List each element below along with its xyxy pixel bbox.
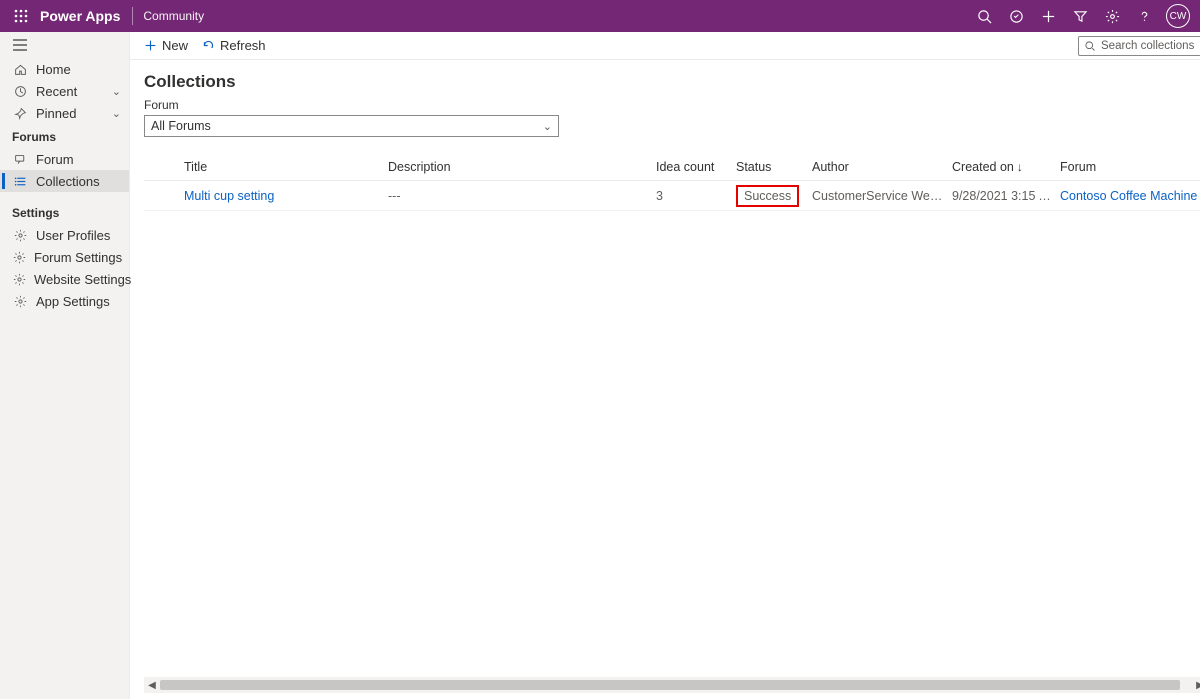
nav-label: Collections [36,174,121,189]
nav-label: Website Settings [34,272,131,287]
nav-label: Forum Settings [34,250,122,265]
grid-row[interactable]: Multi cup setting --- 3 Success Customer… [144,181,1200,211]
chevron-down-icon: ⌄ [543,120,552,133]
row-idea-count: 3 [652,189,732,203]
nav-section-settings: Settings [0,200,129,224]
forum-filter-dropdown[interactable]: All Forums ⌄ [144,115,559,137]
row-author: CustomerService Web Staging [808,189,948,203]
gear-icon [13,229,28,242]
command-bar: New Refresh Search collections [130,32,1200,60]
gear-icon [13,251,26,264]
nav-forum-settings[interactable]: Forum Settings [0,246,129,268]
forum-filter-label: Forum [144,98,1200,112]
nav-user-profiles[interactable]: User Profiles [0,224,129,246]
status-highlight: Success [736,185,799,207]
add-icon[interactable] [1032,0,1064,32]
nav-recent[interactable]: Recent ⌄ [0,80,129,102]
target-icon[interactable] [1000,0,1032,32]
nav-label: Home [36,62,121,77]
refresh-button[interactable]: Refresh [202,38,266,53]
scroll-thumb[interactable] [160,680,1180,690]
nav-label: Recent [36,84,112,99]
nav-label: User Profiles [36,228,121,243]
nav-collections[interactable]: Collections [0,170,129,192]
col-forum[interactable]: Forum [1056,160,1200,174]
row-title-link[interactable]: Multi cup setting [180,189,384,203]
col-description[interactable]: Description [384,160,652,174]
row-description: --- [384,189,652,203]
clock-icon [13,85,28,98]
forum-icon [13,153,28,166]
nav-label: App Settings [36,294,121,309]
nav-pinned[interactable]: Pinned ⌄ [0,102,129,124]
scroll-right-icon[interactable]: ▶ [1192,677,1200,693]
user-avatar[interactable]: CW [1166,4,1190,28]
horizontal-scrollbar[interactable]: ◀ ▶ [144,677,1200,693]
col-status[interactable]: Status [732,160,808,174]
search-icon[interactable] [968,0,1000,32]
list-icon [13,175,28,188]
nav-website-settings[interactable]: Website Settings [0,268,129,290]
global-header: Power Apps Community CW [0,0,1200,32]
scroll-left-icon[interactable]: ◀ [144,677,160,693]
grid-header: Title Description Idea count Status Auth… [144,153,1200,181]
home-icon [13,63,28,76]
sort-indicator-icon: ↓ [1017,160,1023,174]
dropdown-value: All Forums [151,119,211,133]
main-area: New Refresh Search collections Collectio… [130,32,1200,699]
scroll-track[interactable] [160,677,1192,693]
refresh-icon [202,39,215,52]
settings-icon[interactable] [1096,0,1128,32]
search-input[interactable]: Search collections [1078,36,1200,56]
col-idea-count[interactable]: Idea count [652,160,732,174]
nav-forum[interactable]: Forum [0,148,129,170]
row-created-on: 9/28/2021 3:15 AM [948,189,1056,203]
search-placeholder: Search collections [1101,40,1194,52]
row-forum-link[interactable]: Contoso Coffee Machine [1056,189,1200,203]
cmd-label: Refresh [220,38,266,53]
col-created-on[interactable]: Created on↓ [948,160,1056,174]
nav-collapse-toggle[interactable] [0,32,129,58]
col-author[interactable]: Author [808,160,948,174]
product-name: Power Apps [36,8,130,24]
filter-icon[interactable] [1064,0,1096,32]
chevron-down-icon: ⌄ [112,107,121,120]
nav-label: Pinned [36,106,112,121]
nav-section-forums: Forums [0,124,129,148]
nav-home[interactable]: Home [0,58,129,80]
pin-icon [13,107,28,120]
header-actions: CW [968,0,1194,32]
page-title: Collections [144,72,1200,92]
nav-label: Forum [36,152,121,167]
plus-icon [144,39,157,52]
search-icon [1084,40,1096,52]
app-launcher-icon[interactable] [6,0,36,32]
help-icon[interactable] [1128,0,1160,32]
nav-app-settings[interactable]: App Settings [0,290,129,312]
gear-icon [13,295,28,308]
row-status: Success [732,185,808,207]
new-button[interactable]: New [144,38,188,53]
chevron-down-icon: ⌄ [112,85,121,98]
col-created-on-label: Created on [952,160,1014,174]
collections-grid: Title Description Idea count Status Auth… [144,153,1200,211]
environment-name[interactable]: Community [143,9,204,23]
header-divider [132,7,133,25]
gear-icon [13,273,26,286]
cmd-label: New [162,38,188,53]
left-nav: Home Recent ⌄ Pinned ⌄ Forums Forum Coll… [0,32,130,699]
col-title[interactable]: Title [180,160,384,174]
